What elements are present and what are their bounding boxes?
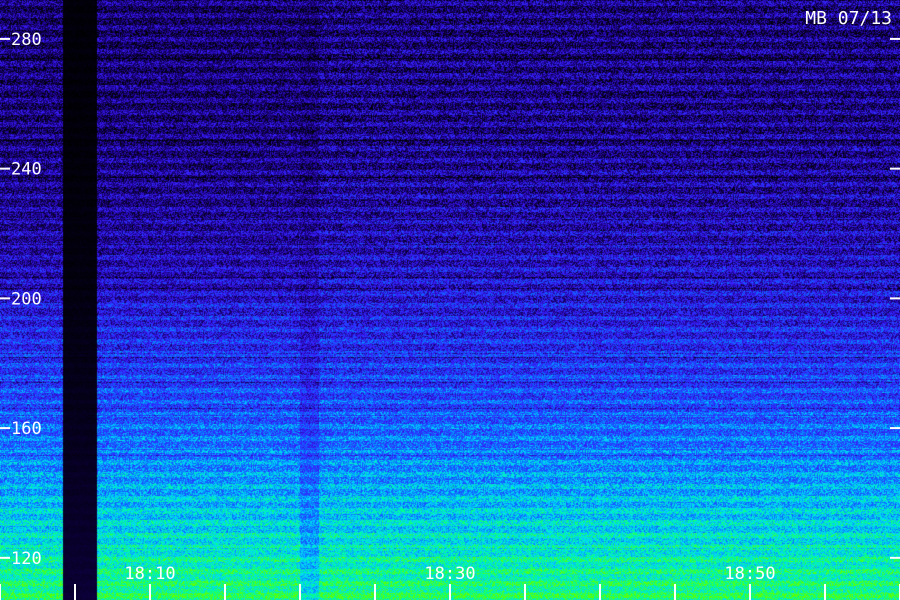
chart-title: MB 07/13 (805, 8, 892, 29)
y-tick-label: 200 (11, 289, 42, 309)
y-tick-label: 280 (11, 30, 42, 50)
spectrogram-chart: MB 07/13 120 160 200 240 280 18:10 18:30 18:50 (0, 0, 900, 600)
y-tick-label: 160 (11, 419, 42, 439)
y-tick-label: 240 (11, 160, 42, 180)
x-axis: 18:10 18:30 18:50 (0, 564, 900, 600)
y-axis-right (890, 37, 900, 559)
axis-overlay: MB 07/13 120 160 200 240 280 18:10 18:30 18:50 (0, 8, 900, 600)
x-tick-label: 18:10 (124, 564, 175, 584)
x-tick-label: 18:30 (424, 564, 475, 584)
x-tick-label: 18:50 (724, 564, 775, 584)
y-axis-left: 120 160 200 240 280 (0, 30, 42, 569)
y-tick-label: 120 (11, 549, 42, 569)
